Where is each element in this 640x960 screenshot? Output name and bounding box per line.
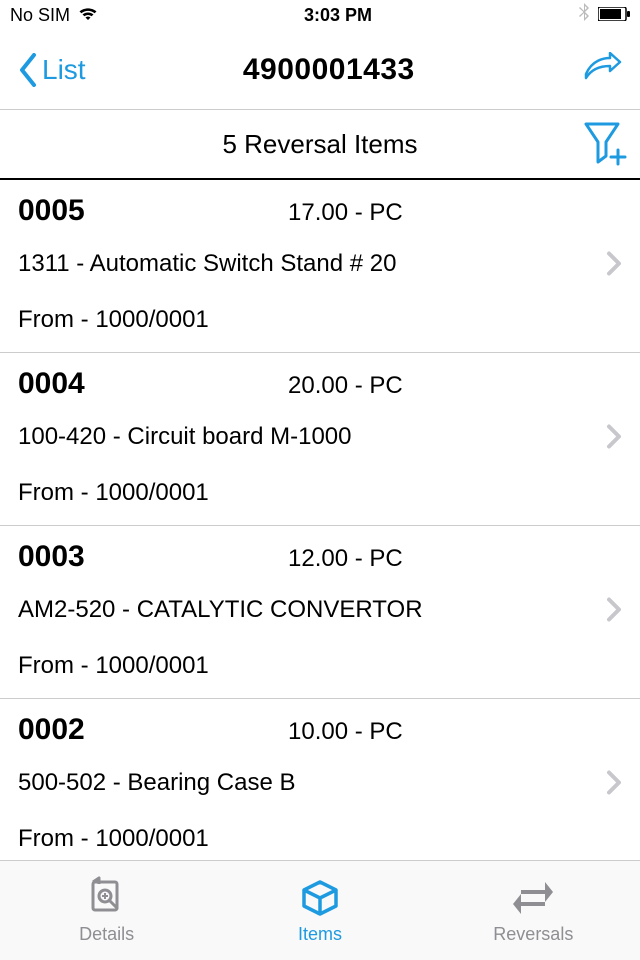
battery-icon: [598, 5, 630, 26]
item-qty: 20.00 - PC: [288, 372, 403, 400]
tab-label: Items: [298, 924, 342, 945]
item-desc: 100-420 - Circuit board M-1000: [18, 423, 622, 451]
share-icon: [582, 52, 622, 82]
chevron-right-icon: [606, 424, 622, 455]
reversals-icon: [511, 876, 555, 920]
nav-bar: List 4900001433: [0, 30, 640, 110]
item-desc: 1311 - Automatic Switch Stand # 20: [18, 250, 622, 278]
tab-bar: Details Items Reversals: [0, 860, 640, 960]
tab-label: Details: [79, 924, 134, 945]
back-button[interactable]: List: [18, 53, 86, 87]
bluetooth-icon: [578, 3, 590, 28]
back-label: List: [42, 54, 86, 86]
clock-label: 3:03 PM: [304, 5, 372, 26]
item-from: From - 1000/0001: [18, 825, 622, 853]
item-qty: 17.00 - PC: [288, 199, 403, 227]
list-item[interactable]: 0003 12.00 - PC AM2-520 - CATALYTIC CONV…: [0, 526, 640, 699]
item-desc: AM2-520 - CATALYTIC CONVERTOR: [18, 596, 622, 624]
items-list: 0005 17.00 - PC 1311 - Automatic Switch …: [0, 180, 640, 930]
item-from: From - 1000/0001: [18, 652, 622, 680]
tab-items[interactable]: Items: [213, 861, 426, 960]
chevron-right-icon: [606, 770, 622, 801]
tab-reversals[interactable]: Reversals: [427, 861, 640, 960]
chevron-right-icon: [606, 251, 622, 282]
section-title: 5 Reversal Items: [0, 129, 640, 160]
item-id: 0003: [18, 540, 288, 574]
carrier-label: No SIM: [10, 5, 70, 26]
chevron-left-icon: [18, 53, 38, 87]
filter-button[interactable]: [582, 120, 628, 171]
item-id: 0004: [18, 367, 288, 401]
funnel-add-icon: [582, 120, 628, 166]
item-qty: 10.00 - PC: [288, 718, 403, 746]
tab-details[interactable]: Details: [0, 861, 213, 960]
tab-label: Reversals: [493, 924, 573, 945]
list-item[interactable]: 0004 20.00 - PC 100-420 - Circuit board …: [0, 353, 640, 526]
list-item[interactable]: 0002 10.00 - PC 500-502 - Bearing Case B…: [0, 699, 640, 872]
wifi-icon: [78, 5, 98, 26]
item-id: 0002: [18, 713, 288, 747]
share-button[interactable]: [572, 52, 622, 87]
chevron-right-icon: [606, 597, 622, 628]
details-icon: [85, 876, 129, 920]
page-title: 4900001433: [86, 53, 572, 87]
items-icon: [298, 876, 342, 920]
item-desc: 500-502 - Bearing Case B: [18, 769, 622, 797]
item-from: From - 1000/0001: [18, 306, 622, 334]
item-id: 0005: [18, 194, 288, 228]
section-header: 5 Reversal Items: [0, 110, 640, 180]
item-from: From - 1000/0001: [18, 479, 622, 507]
item-qty: 12.00 - PC: [288, 545, 403, 573]
status-bar: No SIM 3:03 PM: [0, 0, 640, 30]
list-item[interactable]: 0005 17.00 - PC 1311 - Automatic Switch …: [0, 180, 640, 353]
